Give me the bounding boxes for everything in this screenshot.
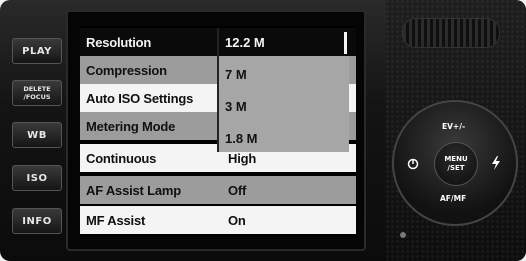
menu-row-mf-assist[interactable]: MF Assist On [80, 206, 356, 234]
play-button[interactable]: PLAY [12, 38, 62, 64]
info-button[interactable]: INFO [12, 208, 62, 234]
af-mf-label: AF/MF [440, 194, 467, 203]
menu-row-label: Continuous [86, 150, 157, 166]
iso-button[interactable]: ISO [12, 165, 62, 191]
screw [400, 232, 406, 238]
ev-label: EV+/- [442, 122, 466, 131]
iso-button-label: ISO [26, 172, 48, 184]
focus-label: /FOCUS [23, 93, 51, 101]
dropdown-scrollbar[interactable] [344, 32, 347, 54]
menu-label: MENU [444, 155, 468, 163]
menu-row-label: Auto ISO Settings [86, 90, 194, 106]
info-button-label: INFO [22, 215, 52, 227]
resolution-option[interactable]: 12.2 M [219, 28, 349, 56]
option-label: 12.2 M [225, 34, 265, 50]
self-timer-icon [407, 158, 419, 170]
delete-focus-button[interactable]: DELETE /FOCUS [12, 80, 62, 106]
option-label: 1.8 M [225, 130, 258, 146]
play-button-label: PLAY [22, 45, 52, 57]
resolution-option[interactable]: 1.8 M [219, 124, 349, 152]
option-label: 7 M [225, 66, 247, 82]
camera-back: PLAY DELETE /FOCUS WB ISO INFO Resolutio… [0, 0, 526, 261]
resolution-option[interactable]: 3 M [219, 92, 349, 120]
flash-icon [492, 156, 500, 170]
menu-row-value: High [228, 150, 257, 166]
menu-row-af-assist[interactable]: AF Assist Lamp Off [80, 176, 356, 204]
menu-set-button[interactable]: MENU /SET [434, 142, 478, 186]
delete-label: DELETE [23, 85, 51, 93]
menu-row-value: Off [228, 182, 247, 198]
thumb-wheel[interactable] [402, 18, 500, 48]
lcd-screen: Resolution Compression Auto ISO Settings… [80, 26, 356, 237]
option-label: 3 M [225, 98, 247, 114]
resolution-dropdown: 12.2 M 7 M 3 M 1.8 M [217, 28, 349, 152]
wb-button-label: WB [27, 129, 47, 141]
wb-button[interactable]: WB [12, 122, 62, 148]
menu-row-label: AF Assist Lamp [86, 182, 181, 198]
menu-row-label: Resolution [86, 34, 152, 50]
menu-row-value: On [228, 212, 246, 228]
menu-row-label: Compression [86, 62, 167, 78]
control-dial[interactable]: EV+/- AF/MF MENU /SET [392, 100, 518, 226]
set-label: /SET [447, 164, 465, 172]
menu-row-label: Metering Mode [86, 118, 176, 134]
menu-row-label: MF Assist [86, 212, 146, 228]
resolution-option[interactable]: 7 M [219, 60, 349, 88]
